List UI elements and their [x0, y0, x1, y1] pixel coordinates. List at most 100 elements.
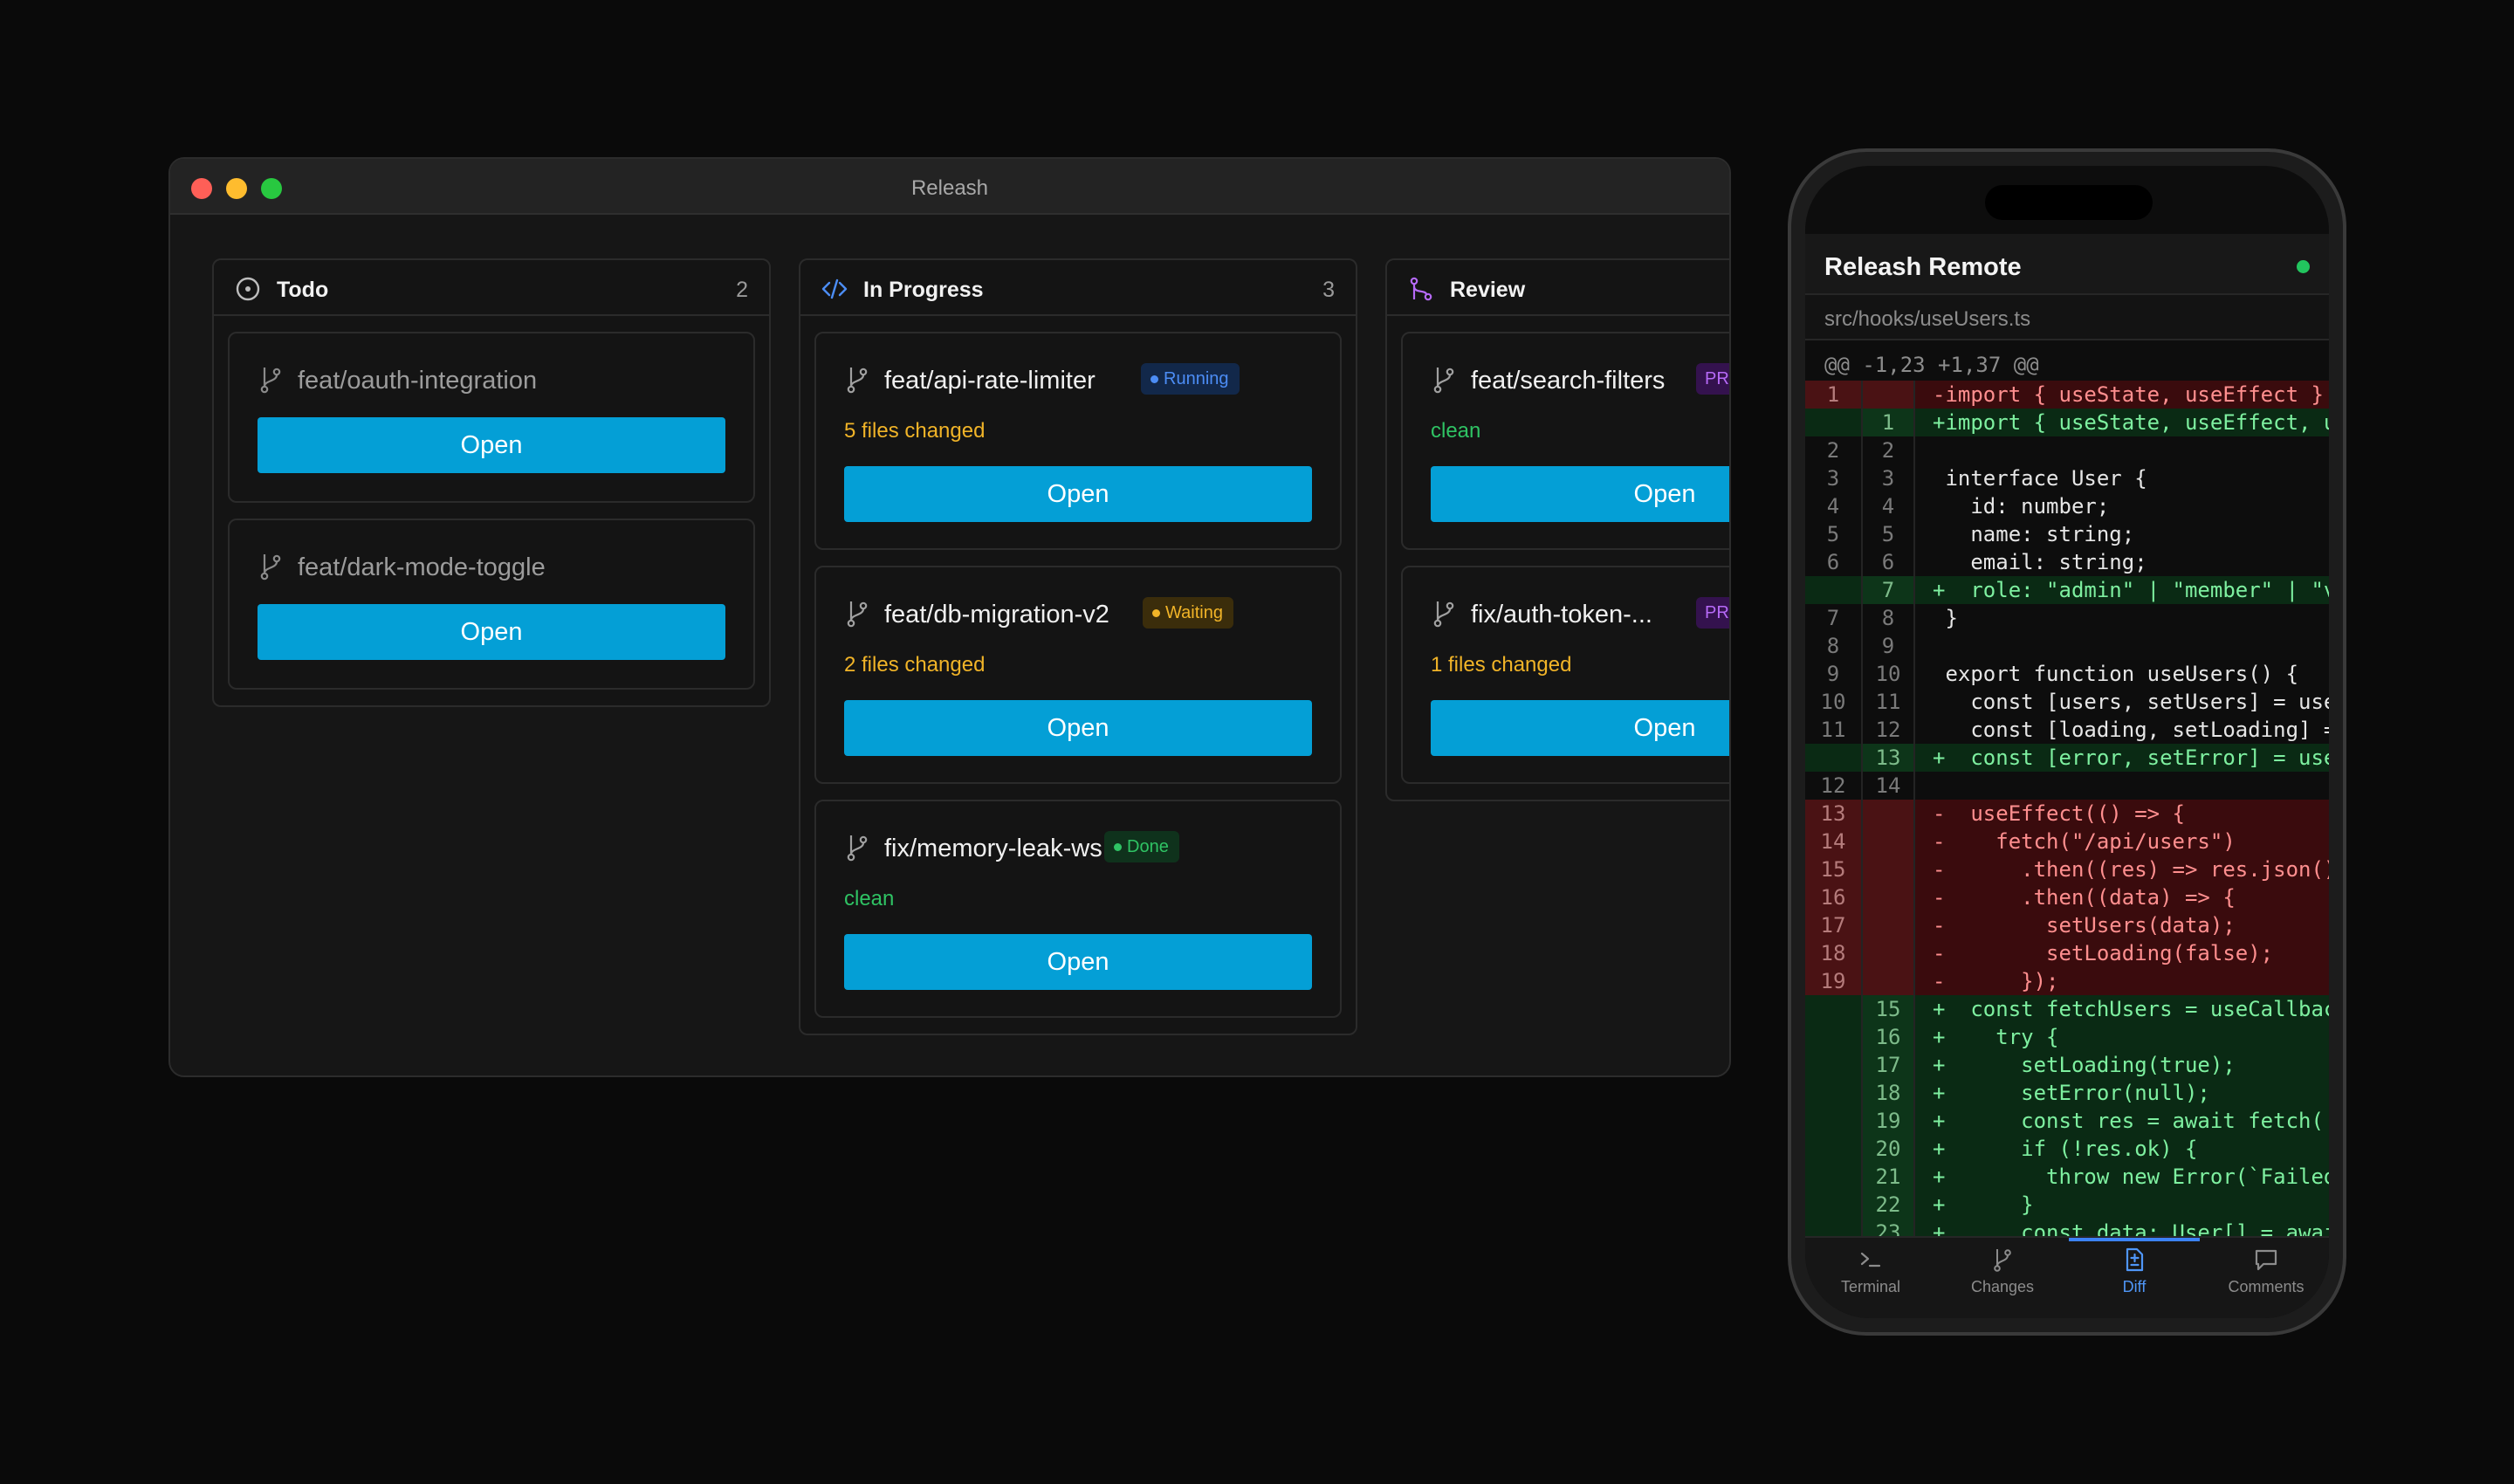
old-line-number: 9: [1826, 662, 1840, 686]
change-summary: 1 files changed: [1431, 653, 1572, 677]
git-branch-icon: [847, 368, 868, 394]
open-button[interactable]: Open: [1431, 700, 1729, 756]
status-badge-pr: PR: [1696, 597, 1729, 629]
diff-code: - .then((res) => res.json(): [1933, 857, 2329, 882]
new-line-number: 19: [1861, 1107, 1915, 1135]
diff-line: 15 + const fetchUsers = useCallbac: [1805, 995, 2329, 1023]
diff-line: 18 - setLoading(false);: [1805, 939, 2329, 967]
new-line-number: 5: [1861, 520, 1915, 548]
change-summary: 5 files changed: [844, 419, 986, 443]
phone-frame: Releash Remote src/hooks/useUsers.ts @@ …: [1788, 148, 2346, 1336]
diff-line: 14 - fetch("/api/users"): [1805, 828, 2329, 855]
diff-line: 33 interface User {: [1805, 464, 2329, 492]
branch-name: feat/oauth-integration: [298, 367, 538, 395]
old-line-number: 6: [1826, 550, 1840, 574]
diff-code: + }: [1933, 1192, 2034, 1217]
diff-line: 89: [1805, 632, 2329, 660]
diff-code: + setError(null);: [1933, 1081, 2210, 1105]
diff-line: 16 + try {: [1805, 1023, 2329, 1051]
diff-code: + setLoading(true);: [1933, 1053, 2236, 1077]
change-summary: 2 files changed: [844, 653, 986, 677]
old-line-number: 2: [1826, 438, 1840, 463]
diff-code: const [users, setUsers] = use: [1933, 690, 2329, 714]
tab-terminal[interactable]: Terminal: [1805, 1247, 1936, 1296]
branch-name: feat/api-rate-limiter: [884, 367, 1096, 395]
git-branch-icon: [1433, 601, 1454, 628]
change-summary: clean: [844, 887, 895, 910]
diff-line: 18 + setError(null);: [1805, 1079, 2329, 1107]
diff-line: 13 - useEffect(() => {: [1805, 800, 2329, 828]
status-badge-done: Done: [1104, 831, 1179, 862]
new-line-number: [1861, 883, 1915, 911]
active-tab-indicator: [2069, 1238, 2200, 1241]
open-button[interactable]: Open: [258, 604, 725, 660]
tab-changes[interactable]: Changes: [1937, 1247, 2068, 1296]
task-card[interactable]: feat/oauth-integration Open: [228, 332, 755, 503]
old-line-number: 11: [1820, 718, 1846, 742]
new-line-number: [1861, 800, 1915, 828]
diff-code: - fetch("/api/users"): [1933, 829, 2236, 854]
task-card[interactable]: feat/api-rate-limiter Running 5 files ch…: [814, 332, 1342, 550]
task-card[interactable]: fix/memory-leak-ws Done clean Open: [814, 800, 1342, 1018]
phone-screen: Releash Remote src/hooks/useUsers.ts @@ …: [1805, 166, 2329, 1318]
old-line-number: 4: [1826, 494, 1840, 519]
file-bar: src/hooks/useUsers.ts: [1805, 295, 2329, 340]
new-line-number: [1861, 939, 1915, 967]
releash-window: Releash Todo 2 feat/oauth-integration Op…: [168, 157, 1731, 1077]
task-card[interactable]: feat/search-filters PR clean Open: [1401, 332, 1729, 550]
new-line-number: 13: [1861, 744, 1915, 772]
old-line-number: 3: [1826, 466, 1840, 491]
old-line-number: 17: [1805, 911, 1861, 939]
tab-comments[interactable]: Comments: [2201, 1247, 2329, 1296]
column-header: Review: [1387, 260, 1729, 316]
badge-label: PR: [1705, 369, 1729, 388]
task-card[interactable]: fix/auth-token-... PR 1 files changed Op…: [1401, 566, 1729, 784]
column-title: In Progress: [863, 278, 984, 302]
diff-line: 22 + }: [1805, 1191, 2329, 1219]
diff-code: + const fetchUsers = useCallbac: [1933, 997, 2329, 1021]
diff-code: - setUsers(data);: [1933, 913, 2236, 938]
branch-name: feat/search-filters: [1471, 367, 1666, 395]
kanban-board: Todo 2 feat/oauth-integration Open feat/…: [170, 215, 1729, 1075]
git-branch-icon: [260, 368, 281, 394]
terminal-icon: [1860, 1252, 1881, 1268]
branch-name: feat/db-migration-v2: [884, 601, 1109, 629]
open-button[interactable]: Open: [844, 934, 1312, 990]
old-line-number: 12: [1820, 773, 1846, 798]
column-title: Review: [1450, 278, 1526, 302]
new-line-number: 8: [1861, 604, 1915, 632]
status-badge-pr: PR: [1696, 363, 1729, 395]
open-button[interactable]: Open: [258, 417, 725, 473]
file-path: src/hooks/useUsers.ts: [1824, 307, 2031, 331]
open-button[interactable]: Open: [1431, 466, 1729, 522]
diff-view[interactable]: 1 -import { useState, useEffect } 1 +import…: [1805, 381, 2329, 1236]
task-card[interactable]: feat/dark-mode-toggle Open: [228, 519, 755, 690]
task-card[interactable]: feat/db-migration-v2 Waiting 2 files cha…: [814, 566, 1342, 784]
tab-label: Changes: [1970, 1278, 2035, 1295]
badge-label: Running: [1164, 369, 1229, 388]
diff-line: 7 + role: "admin" | "member" | "v: [1805, 576, 2329, 604]
new-line-number: 4: [1861, 492, 1915, 520]
diff-code: - });: [1933, 969, 2059, 993]
open-button[interactable]: Open: [844, 700, 1312, 756]
diff-code: export function useUsers() {: [1933, 662, 2299, 686]
new-line-number: 2: [1861, 436, 1915, 464]
tab-diff[interactable]: Diff: [2069, 1247, 2200, 1296]
diff-code: interface User {: [1933, 466, 2147, 491]
status-dot: [1114, 843, 1122, 851]
branch-name: feat/dark-mode-toggle: [298, 553, 546, 581]
diff-code: id: number;: [1933, 494, 2110, 519]
old-line-number: 19: [1805, 967, 1861, 995]
diff-line: 55 name: string;: [1805, 520, 2329, 548]
diff-code: email: string;: [1933, 550, 2147, 574]
open-button[interactable]: Open: [844, 466, 1312, 522]
diff-line: 21 + throw new Error(`Failed: [1805, 1163, 2329, 1191]
dynamic-island: [1985, 185, 2153, 220]
old-line-number: 14: [1805, 828, 1861, 855]
tab-label: Comments: [2228, 1278, 2304, 1295]
diff-line: 19 + const res = await fetch(': [1805, 1107, 2329, 1135]
old-line-number: 1: [1805, 381, 1861, 409]
old-line-number: 16: [1805, 883, 1861, 911]
status-dot: [1151, 375, 1158, 383]
hunk-header: @@ -1,23 +1,37 @@: [1824, 353, 2039, 377]
